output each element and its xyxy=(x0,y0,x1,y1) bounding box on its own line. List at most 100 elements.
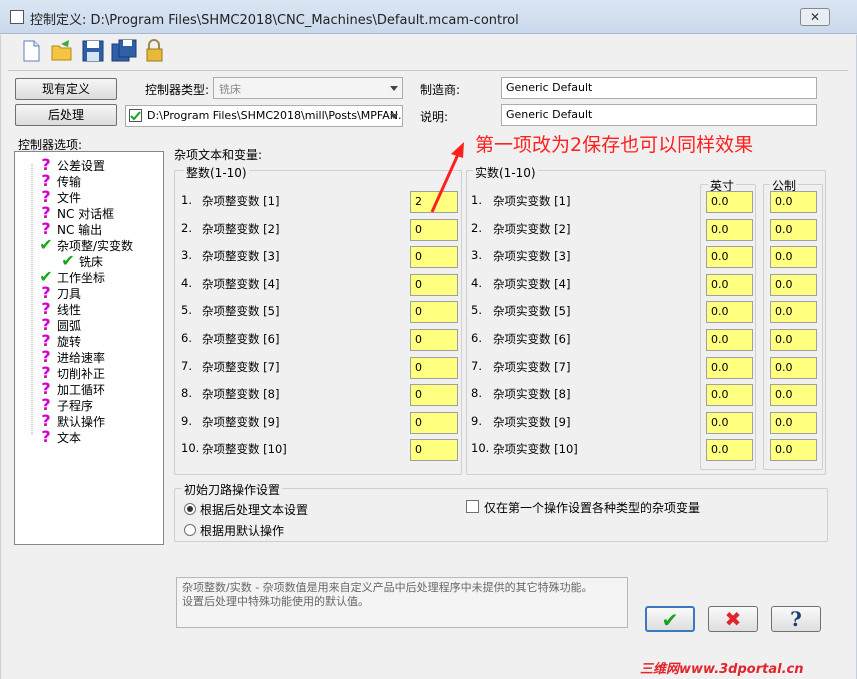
real-row-label: 杂项实变数 [2] xyxy=(493,221,571,236)
tree-item-label: 工作坐标 xyxy=(57,271,106,285)
integer-row-label: 杂项整变数 [3] xyxy=(202,249,280,264)
real-metric-input[interactable]: 0.0 xyxy=(770,356,817,379)
ok-button[interactable]: ✔ xyxy=(645,606,695,632)
real-row-label: 杂项实变数 [10] xyxy=(493,442,578,457)
real-row-label: 杂项实变数 [9] xyxy=(493,414,571,429)
check-icon: ✔ xyxy=(39,235,53,254)
tree-item-label: 子程序 xyxy=(57,399,94,413)
tree-item-label: 文件 xyxy=(57,191,82,205)
post-path-select[interactable]: D:\Program Files\SHMC2018\mill\Posts\MPF… xyxy=(125,105,403,127)
integer-row-number: 3. xyxy=(181,248,192,263)
tree-item-label: NC 对话框 xyxy=(57,207,115,221)
real-metric-input[interactable]: 0.0 xyxy=(770,384,817,407)
real-inch-input[interactable]: 0.0 xyxy=(706,246,753,269)
annotation-arrow xyxy=(430,142,464,213)
real-metric-input[interactable]: 0.0 xyxy=(770,246,817,269)
real-metric-input[interactable]: 0.0 xyxy=(770,191,817,213)
controller-type-value: 铣床 xyxy=(219,83,241,96)
first-op-checkbox[interactable] xyxy=(466,500,479,513)
integer-value-input[interactable]: 0 xyxy=(410,411,458,434)
app-icon xyxy=(10,10,24,24)
save-icon[interactable] xyxy=(80,38,106,64)
real-row-number: 3. xyxy=(471,248,482,263)
real-inch-input[interactable]: 0.0 xyxy=(706,191,753,213)
integer-row-label: 杂项整变数 [1] xyxy=(202,194,280,208)
real-row-label: 杂项实变数 [3] xyxy=(493,249,571,264)
real-metric-input[interactable]: 0.0 xyxy=(770,411,817,434)
real-metric-input[interactable]: 0.0 xyxy=(770,439,817,462)
real-inch-input[interactable]: 0.0 xyxy=(706,218,753,241)
integer-row-number: 8. xyxy=(181,386,192,401)
integer-value-input[interactable]: 0 xyxy=(410,356,458,379)
integer-row-label: 杂项整变数 [10] xyxy=(202,442,287,457)
real-inch-input[interactable]: 0.0 xyxy=(706,301,753,324)
controller-options-tree[interactable]: ? 公差设置? 传输? 文件? NC 对话框? NC 输出 ✔ 杂项整/实变数 ✔ 铣床 ✔ 工作坐标… xyxy=(14,151,164,545)
chevron-down-icon xyxy=(390,114,398,119)
integer-value-input[interactable]: 0 xyxy=(410,273,458,296)
real-row-label: 杂项实变数 [1] xyxy=(493,194,571,208)
cancel-button[interactable]: ✖ xyxy=(708,606,758,632)
annotation-text: 第一项改为2保存也可以同样效果 xyxy=(475,134,754,156)
description-label: 说明: xyxy=(420,110,449,124)
real-inch-input[interactable]: 0.0 xyxy=(706,356,753,379)
tree-item-label: 旋转 xyxy=(57,335,82,349)
initial-toolpath-label: 初始刀路操作设置 xyxy=(182,481,283,498)
real-row-number: 7. xyxy=(471,358,482,373)
controller-type-select[interactable]: 铣床 xyxy=(213,77,403,99)
real-metric-input[interactable]: 0.0 xyxy=(770,301,817,324)
watermark-text: 三维网www.3dportal.cn xyxy=(640,662,804,677)
question-icon: ? xyxy=(41,427,51,446)
close-button[interactable]: ✕ xyxy=(800,8,830,26)
tree-item-label: 公差设置 xyxy=(57,159,106,173)
first-op-checkbox-label: 仅在第一个操作设置各种类型的杂项变量 xyxy=(484,501,701,515)
real-inch-input[interactable]: 0.0 xyxy=(706,329,753,351)
manufacturer-field[interactable]: Generic Default xyxy=(501,77,817,99)
real-row-label: 杂项实变数 [8] xyxy=(493,387,571,402)
help-button[interactable]: ? xyxy=(771,606,821,632)
real-metric-input[interactable]: 0.0 xyxy=(770,273,817,296)
integer-row-number: 9. xyxy=(181,413,192,428)
real-row-number: 2. xyxy=(471,220,482,235)
integer-value-input[interactable]: 0 xyxy=(410,246,458,269)
radio-default-op[interactable] xyxy=(184,524,196,536)
real-inch-input[interactable]: 0.0 xyxy=(706,411,753,434)
real-row-label: 杂项实变数 [7] xyxy=(493,359,571,374)
integer-value-input[interactable]: 0 xyxy=(410,439,458,462)
real-inch-input[interactable]: 0.0 xyxy=(706,439,753,462)
lock-icon[interactable] xyxy=(142,38,168,64)
integer-value-input[interactable]: 0 xyxy=(410,301,458,324)
integer-row-label: 杂项整变数 [5] xyxy=(202,304,280,319)
new-file-icon[interactable] xyxy=(18,38,44,64)
tree-item-label: 切削补正 xyxy=(57,367,106,381)
integer-value-input[interactable]: 0 xyxy=(410,329,458,351)
save-as-icon[interactable] xyxy=(111,38,137,64)
tree-item-label: 圆弧 xyxy=(57,319,82,333)
integer-row-number: 1. xyxy=(181,193,192,207)
real-row-number: 1. xyxy=(471,193,482,207)
real-metric-input[interactable]: 0.0 xyxy=(770,329,817,351)
tree-item-label: 铣床 xyxy=(79,255,104,269)
window-title: 控制定义: D:\Program Files\SHMC2018\CNC_Mach… xyxy=(30,13,519,28)
check-icon: ✔ xyxy=(61,251,75,270)
integer-row-number: 2. xyxy=(181,220,192,235)
real-inch-input[interactable]: 0.0 xyxy=(706,273,753,296)
description-field[interactable]: Generic Default xyxy=(501,104,817,126)
radio-post-text[interactable] xyxy=(184,503,196,515)
post-processor-button[interactable]: 后处理 xyxy=(15,104,117,126)
real-row-label: 杂项实变数 [4] xyxy=(493,276,571,291)
integer-group-label: 整数(1-10) xyxy=(184,164,249,181)
integer-value-input[interactable]: 0 xyxy=(410,384,458,407)
integer-row-label: 杂项整变数 [4] xyxy=(202,276,280,291)
chevron-down-icon xyxy=(390,86,398,91)
section-title: 杂项文本和变量: xyxy=(174,148,263,162)
open-folder-icon[interactable] xyxy=(49,38,75,64)
tree-item-label: 刀具 xyxy=(57,287,82,301)
real-metric-input[interactable]: 0.0 xyxy=(770,218,817,241)
integer-value-input[interactable]: 0 xyxy=(410,218,458,241)
current-definition-button[interactable]: 现有定义 xyxy=(15,78,117,100)
integer-row-label: 杂项整变数 [2] xyxy=(202,221,280,236)
real-inch-input[interactable]: 0.0 xyxy=(706,384,753,407)
integer-row-number: 5. xyxy=(181,303,192,318)
real-row-number: 6. xyxy=(471,331,482,345)
real-row-number: 4. xyxy=(471,275,482,290)
